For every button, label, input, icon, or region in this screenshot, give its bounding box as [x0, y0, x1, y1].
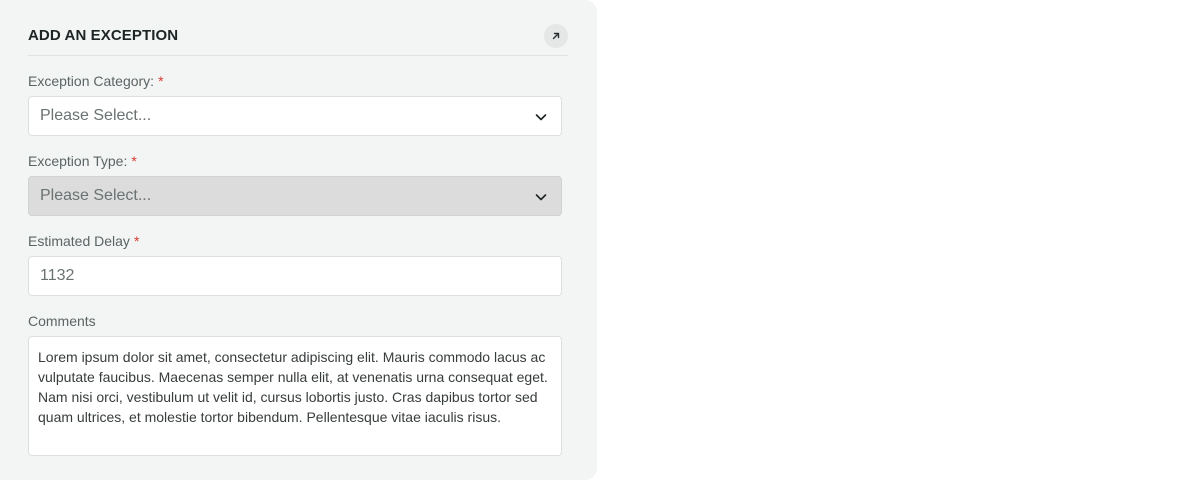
comments-label-text: Comments: [28, 313, 96, 329]
expand-button[interactable]: [544, 24, 568, 48]
panel-title: ADD AN EXCEPTION: [28, 27, 179, 44]
comments-label: Comments: [28, 313, 96, 329]
arrow-up-right-icon: [552, 32, 560, 40]
exception-category-value: Please Select...: [40, 107, 152, 124]
required-marker: *: [133, 233, 140, 249]
exception-type-value: Please Select...: [40, 187, 152, 204]
required-marker: *: [158, 73, 164, 89]
add-exception-panel: ADD AN EXCEPTION Exception Category: * Pl…: [0, 0, 597, 480]
comments-textarea[interactable]: Lorem ipsum dolor sit amet, consectetur …: [28, 336, 562, 456]
estimated-delay-label-text: Estimated Delay: [28, 233, 130, 249]
exception-category-label: Exception Category: *: [28, 73, 164, 89]
exception-type-label-text: Exception Type:: [28, 153, 128, 169]
required-marker: *: [131, 153, 137, 169]
exception-category-label-text: Exception Category:: [28, 73, 155, 89]
estimated-delay-label: Estimated Delay *: [28, 233, 139, 249]
exception-category-select[interactable]: Please Select...: [28, 96, 562, 136]
exception-type-select[interactable]: Please Select...: [28, 176, 562, 216]
chevron-down-icon: [535, 114, 547, 121]
estimated-delay-value: 1132: [40, 267, 75, 284]
exception-type-label: Exception Type: *: [28, 153, 137, 169]
estimated-delay-input[interactable]: 1132: [28, 256, 562, 296]
panel-header: ADD AN EXCEPTION: [28, 16, 568, 56]
chevron-down-icon: [535, 194, 547, 201]
